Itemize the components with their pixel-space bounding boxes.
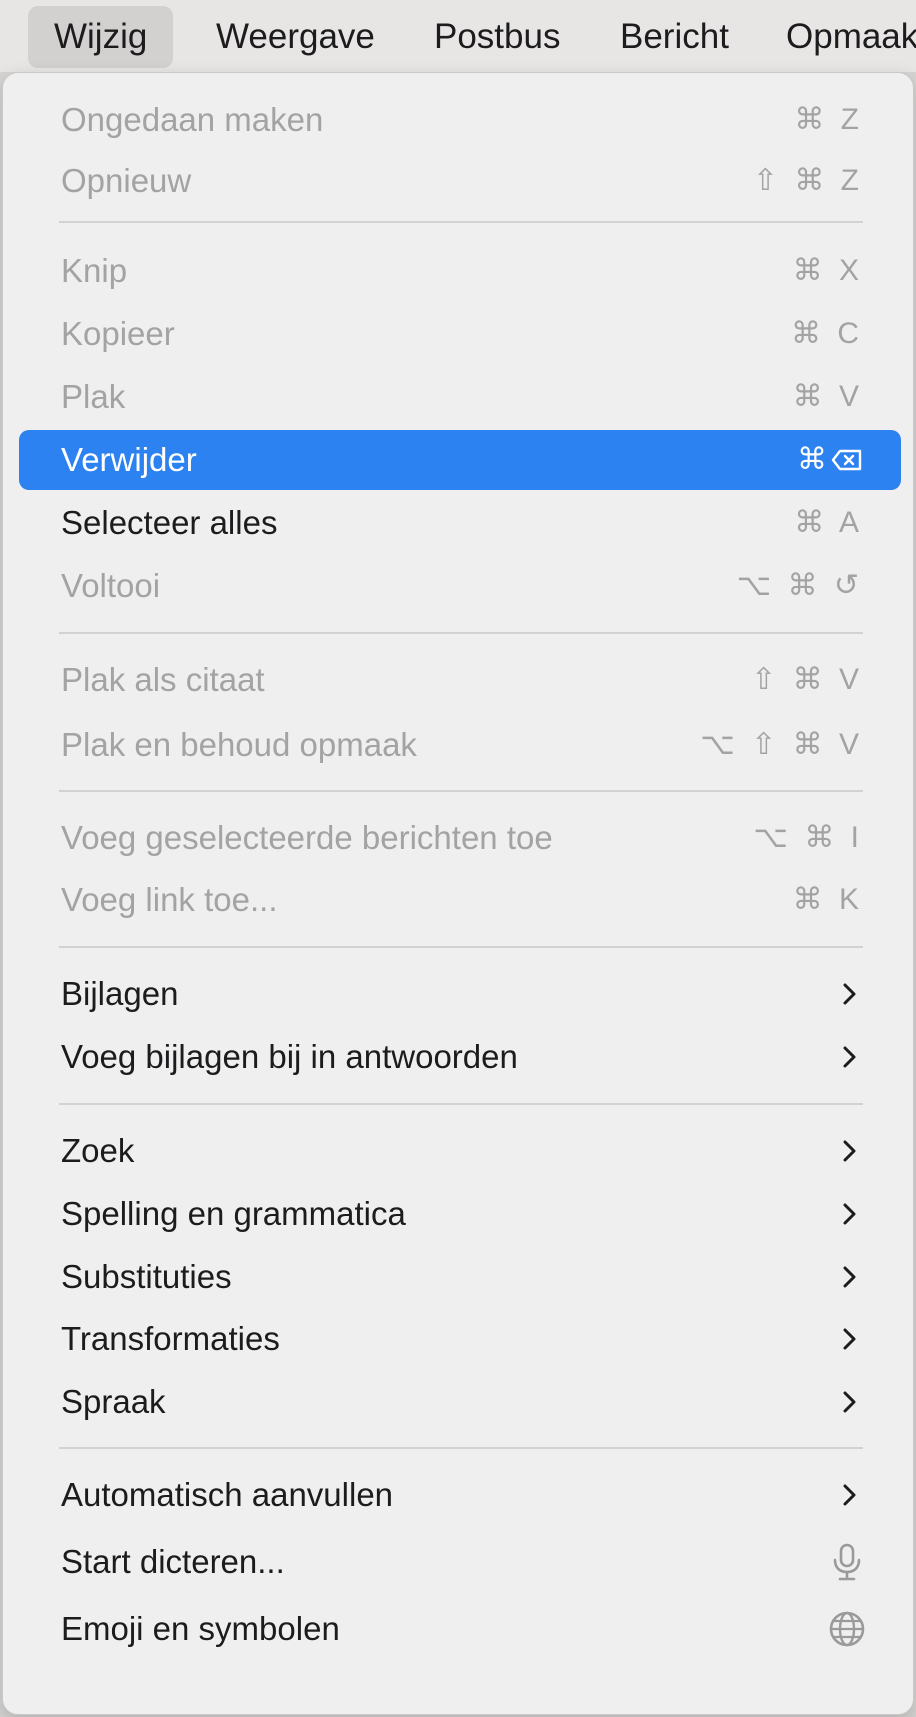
menu-item-label: Start dicteren...	[61, 1543, 285, 1580]
menu-item-shortcut: ⌘ C	[791, 317, 863, 350]
menu-item-label: Voeg link toe...	[61, 881, 278, 918]
menu-item-paste-keep-formatting[interactable]: Plak en behoud opmaak ⌥ ⇧ ⌘ V	[19, 715, 901, 775]
menu-separator	[59, 790, 863, 792]
menu-item-label: Spelling en grammatica	[61, 1195, 406, 1232]
chevron-right-icon	[843, 1046, 856, 1068]
menu-bar: Wijzig Weergave Postbus Bericht Opmaak	[0, 0, 916, 72]
chevron-right-icon	[843, 1203, 856, 1225]
menu-separator	[59, 221, 863, 223]
menu-item-redo[interactable]: Opnieuw ⇧ ⌘ Z	[19, 151, 901, 211]
menu-item-label: Knip	[61, 252, 128, 289]
menubar-item-wijzig[interactable]: Wijzig	[28, 6, 174, 68]
menu-item-add-link[interactable]: Voeg link toe... ⌘ K	[19, 870, 901, 930]
menu-item-label: Opnieuw	[61, 162, 192, 199]
menu-item-find[interactable]: Zoek	[19, 1121, 901, 1181]
menu-item-label: Emoji en symbolen	[61, 1610, 340, 1647]
menu-item-label: Voltooi	[61, 567, 161, 604]
menu-item-start-dictation[interactable]: Start dicteren...	[19, 1532, 901, 1592]
menu-item-shortcut: ⌘ A	[794, 506, 863, 539]
menu-item-label: Automatisch aanvullen	[61, 1476, 394, 1513]
menu-item-select-all[interactable]: Selecteer alles ⌘ A	[19, 493, 901, 553]
menu-item-delete[interactable]: Verwijder ⌘	[19, 430, 901, 490]
menu-item-label: Voeg geselecteerde berichten toe	[61, 819, 553, 856]
microphone-icon	[833, 1543, 861, 1581]
menu-item-autofill[interactable]: Automatisch aanvullen	[19, 1465, 901, 1525]
menu-item-attachments[interactable]: Bijlagen	[19, 964, 901, 1024]
menu-item-shortcut: ⌘	[797, 430, 863, 490]
chevron-right-icon	[843, 1484, 856, 1506]
chevron-right-icon	[843, 1140, 856, 1162]
menu-separator	[59, 1103, 863, 1105]
menu-item-transformations[interactable]: Transformaties	[19, 1309, 901, 1369]
menu-item-cut[interactable]: Knip ⌘ X	[19, 241, 901, 301]
menu-item-label: Substituties	[61, 1258, 232, 1295]
menu-item-label: Voeg bijlagen bij in antwoorden	[61, 1038, 518, 1075]
menu-item-undo[interactable]: Ongedaan maken ⌘ Z	[19, 90, 901, 150]
menu-item-label: Zoek	[61, 1132, 135, 1169]
delete-key-icon	[831, 449, 862, 471]
menu-item-shortcut: ⇧ ⌘ V	[751, 663, 863, 696]
menubar-item-postbus[interactable]: Postbus	[434, 6, 560, 68]
menu-item-shortcut: ⌘ Z	[794, 103, 863, 136]
menu-item-shortcut: ⇧ ⌘ Z	[752, 164, 863, 197]
menu-item-label: Spraak	[61, 1383, 166, 1420]
menu-item-label: Bijlagen	[61, 975, 179, 1012]
menu-item-label: Kopieer	[61, 315, 175, 352]
menu-item-label: Transformaties	[61, 1320, 280, 1357]
menu-item-label: Plak	[61, 378, 126, 415]
menu-item-shortcut: ⌥ ⌘ ↺	[736, 569, 863, 602]
menubar-item-weergave[interactable]: Weergave	[216, 6, 375, 68]
menu-item-speech[interactable]: Spraak	[19, 1372, 901, 1432]
menubar-item-opmaak[interactable]: Opmaak	[786, 6, 916, 68]
menu-item-shortcut: ⌥ ⇧ ⌘ V	[700, 728, 863, 761]
menu-item-label: Plak als citaat	[61, 661, 265, 698]
edit-menu: Ongedaan maken ⌘ Z Opnieuw ⇧ ⌘ Z Knip ⌘ …	[2, 72, 914, 1715]
menu-separator	[59, 632, 863, 634]
chevron-right-icon	[843, 983, 856, 1005]
menubar-item-bericht[interactable]: Bericht	[620, 6, 729, 68]
menu-item-label: Verwijder	[61, 441, 197, 478]
chevron-right-icon	[843, 1266, 856, 1288]
menu-item-shortcut: ⌘ X	[792, 254, 863, 287]
menu-item-spelling-grammar[interactable]: Spelling en grammatica	[19, 1184, 901, 1244]
menu-item-substitutions[interactable]: Substituties	[19, 1247, 901, 1307]
menu-item-shortcut: ⌘ K	[792, 883, 863, 916]
menu-item-label: Ongedaan maken	[61, 101, 324, 138]
chevron-right-icon	[843, 1328, 856, 1350]
menu-item-paste-as-quote[interactable]: Plak als citaat ⇧ ⌘ V	[19, 650, 901, 710]
menu-item-append-messages[interactable]: Voeg geselecteerde berichten toe ⌥ ⌘ I	[19, 808, 901, 868]
menu-item-emoji-symbols[interactable]: Emoji en symbolen	[19, 1599, 901, 1659]
chevron-right-icon	[843, 1391, 856, 1413]
menu-item-complete[interactable]: Voltooi ⌥ ⌘ ↺	[19, 556, 901, 616]
menu-item-shortcut: ⌥ ⌘ I	[753, 821, 863, 854]
menu-item-label: Plak en behoud opmaak	[61, 726, 417, 763]
menu-separator	[59, 1447, 863, 1449]
menu-item-paste[interactable]: Plak ⌘ V	[19, 367, 901, 427]
menu-item-label: Selecteer alles	[61, 504, 278, 541]
menu-item-include-attachments[interactable]: Voeg bijlagen bij in antwoorden	[19, 1027, 901, 1087]
menu-item-copy[interactable]: Kopieer ⌘ C	[19, 304, 901, 364]
menu-separator	[59, 946, 863, 948]
globe-icon	[829, 1611, 865, 1647]
menu-item-shortcut: ⌘ V	[792, 380, 863, 413]
